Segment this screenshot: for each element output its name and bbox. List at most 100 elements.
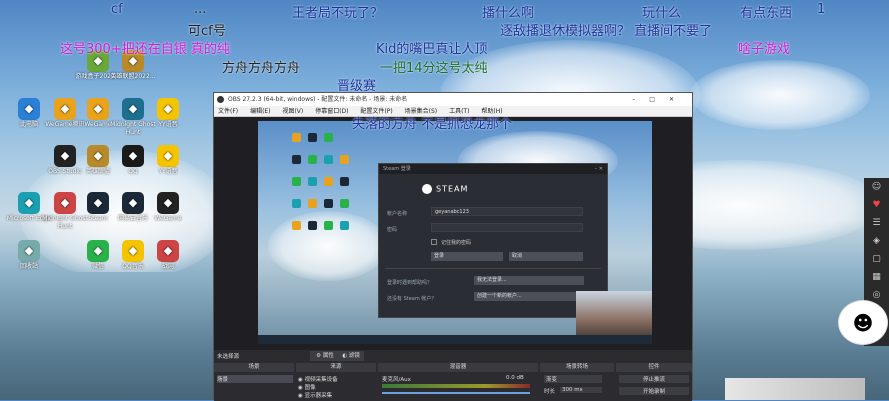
divider: [385, 268, 601, 269]
controls-header: 控件: [616, 363, 692, 372]
menu-view[interactable]: 视图(V): [282, 108, 303, 115]
battlenet-icon: ◆: [157, 240, 179, 262]
preview-icon: [324, 155, 333, 164]
preview-icon: [324, 177, 333, 186]
steam-icon: [422, 184, 432, 194]
list-icon[interactable]: ☰: [864, 214, 889, 232]
password-label: 密码: [387, 227, 398, 233]
obs-title: OBS 27.2.3 (64-bit, windows) - 配置文件: 未命名…: [228, 96, 408, 103]
gift-icon[interactable]: ♥: [864, 196, 889, 214]
danmaku-comment: 逐敌播退休模拟器啊？ 直播间不要了: [500, 24, 713, 39]
bottom-right-overlay: [725, 378, 865, 400]
duration-input[interactable]: 300 ms: [560, 387, 602, 393]
menu-file[interactable]: 文件(F): [218, 108, 238, 115]
wechat-icon: ◆: [87, 240, 109, 262]
qq-icon: ◆: [122, 145, 144, 167]
filters-button[interactable]: ◐ 滤镜: [338, 351, 364, 361]
desktop-icon[interactable]: ◆ WeGame: [145, 192, 191, 223]
steam-icon: ◆: [87, 192, 109, 214]
music-icon: ◆: [122, 240, 144, 262]
desktop-icon[interactable]: ◆ 战网: [145, 240, 191, 271]
desktop-icon-label: YY语音: [158, 168, 178, 175]
lol-icon: ◆: [87, 145, 109, 167]
source-item[interactable]: ◉ 显示器采集: [298, 391, 332, 399]
source-item[interactable]: ◉ 图像: [298, 383, 316, 391]
transition-select[interactable]: 渐变: [544, 375, 602, 383]
obs-preview[interactable]: Steam 登录 – ✕ STEAM 帐户名称 geyanabc123 密码 记住…: [258, 121, 652, 344]
menu-edit[interactable]: 编辑(E): [250, 108, 270, 115]
create-account-button[interactable]: 创建一个新的帐户...: [474, 292, 584, 301]
danmaku-comment: 1: [817, 2, 826, 17]
desktop-icon-label: 战网: [161, 263, 174, 270]
obs-titlebar[interactable]: OBS 27.2.3 (64-bit, windows) - 配置文件: 未命名…: [214, 93, 692, 106]
danmaku-comment: 可cf: [188, 24, 213, 39]
preview-icon: [292, 133, 301, 142]
window-controls-icon[interactable]: –□✕: [632, 93, 688, 106]
forgot-button[interactable]: 我无法登录...: [474, 276, 584, 285]
cancel-button[interactable]: 取消: [509, 252, 583, 261]
login-button[interactable]: 登录: [431, 252, 503, 261]
steam-login-window[interactable]: Steam 登录 – ✕ STEAM 帐户名称 geyanabc123 密码 记住…: [378, 163, 608, 318]
mixer-channel-name: 麦克风/Aux: [382, 377, 411, 383]
remember-label: 记住我的密码: [441, 240, 472, 246]
recycle-bin-icon: ◆: [18, 240, 40, 262]
yy-icon: ◆: [157, 98, 179, 120]
danmaku-comment: 晋级赛: [337, 79, 377, 94]
preview-taskbar: [258, 335, 652, 344]
no-account-text: 还没有 Steam 帐户？: [387, 296, 437, 302]
music-icon: ◆: [122, 192, 144, 214]
source-item[interactable]: ◉ 视频采集设备: [298, 375, 338, 383]
start-recording-button[interactable]: 开始录制: [619, 387, 689, 395]
preview-icon: [308, 177, 317, 186]
obs-logo-icon: [217, 96, 224, 103]
scene-item[interactable]: 场景: [217, 375, 293, 383]
ghost-icon: ◆: [122, 98, 144, 120]
account-label: 帐户名称: [387, 211, 408, 217]
preview-icon: [308, 133, 317, 142]
danmaku-comment: 这号300+把还在自银 真的纯: [60, 42, 230, 57]
volume-slider[interactable]: [382, 392, 530, 394]
danmaku-comment: 失落的方舟 不是抓恐龙那个: [352, 117, 513, 132]
danmaku-comment: 啥子游戏: [738, 42, 791, 57]
desktop-icon-label: WeGame: [154, 215, 182, 222]
preview-icon: [292, 155, 301, 164]
menu-docks[interactable]: 停靠窗口(D): [315, 108, 348, 115]
preview-icon: [308, 199, 317, 208]
properties-button[interactable]: ⚙ 属性: [310, 351, 340, 361]
no-source-label: 未选择源: [217, 354, 240, 360]
avatar[interactable]: ☺: [864, 178, 889, 196]
password-input[interactable]: [431, 223, 583, 232]
yy-icon: ◆: [157, 145, 179, 167]
steam-titlebar: Steam 登录 – ✕: [379, 164, 607, 174]
remember-checkbox[interactable]: [431, 239, 437, 245]
account-input[interactable]: geyanabc123: [431, 207, 583, 216]
volume-meter: [382, 384, 530, 388]
desktop-icon-label: 回收站: [19, 263, 38, 270]
desktop-icon[interactable]: ◆ YY语音: [145, 98, 191, 129]
danmaku-comment: 播什么啊: [482, 6, 535, 21]
stop-streaming-button[interactable]: 停止推流: [619, 375, 689, 383]
chip-icon[interactable]: ▦: [864, 268, 889, 286]
preview-icon: [292, 177, 301, 186]
preview-icon: [340, 155, 349, 164]
cloud: [690, 60, 870, 130]
obs-icon: ◆: [54, 145, 76, 167]
wegame-icon: ◆: [87, 98, 109, 120]
cube-icon[interactable]: ◈: [864, 232, 889, 250]
desktop-icon[interactable]: ◆ 回收站: [6, 240, 52, 271]
preview-icon: [308, 221, 317, 230]
obs-window[interactable]: OBS 27.2.3 (64-bit, windows) - 配置文件: 未命名…: [213, 92, 693, 401]
preview-icon: [308, 155, 317, 164]
ghost-icon: ◆: [54, 192, 76, 214]
desktop-icon-label: 英雄联盟2022...: [110, 73, 156, 80]
danmaku-comment: Kid的嘴巴真让人顶: [376, 42, 488, 57]
box-icon[interactable]: ▢: [864, 250, 889, 268]
transitions-header: 场景转场: [540, 363, 614, 372]
preview-icon: [324, 133, 333, 142]
danmaku-comment: 一把14分这号太纯: [380, 61, 488, 76]
wegame-icon: ◆: [54, 98, 76, 120]
desktop-icon[interactable]: ◆ YY语音: [145, 145, 191, 176]
obs-dock: 未选择源 ⚙ 属性 ◐ 滤镜 场景 来源 混音器 场景转场 控件 场景 ◉ 视频…: [214, 350, 692, 401]
computer-icon: ◆: [18, 98, 40, 120]
preview-icon: [340, 199, 349, 208]
